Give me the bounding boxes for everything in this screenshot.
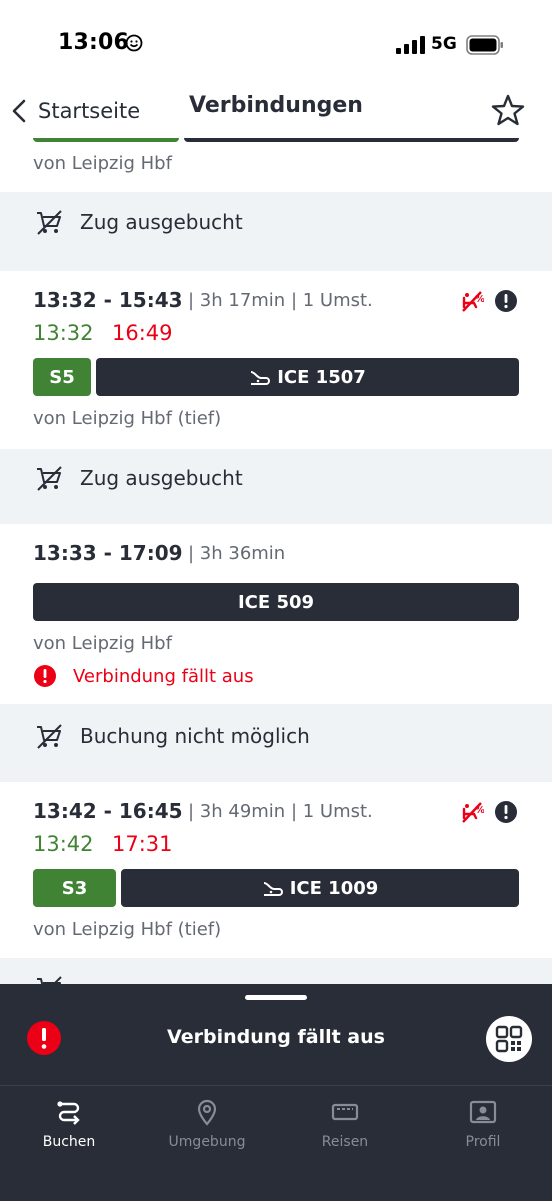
status-bar: 13:06 5G xyxy=(0,0,552,86)
no-cart-icon xyxy=(37,724,62,749)
warning-icons: % xyxy=(460,289,518,313)
signal-icon xyxy=(396,36,425,54)
booking-notice xyxy=(0,959,552,984)
tab-label: Buchen xyxy=(42,1134,96,1150)
planned-times: 13:33 - 17:09 xyxy=(33,541,183,565)
duration-transfers: | 3h 17min | 1 Umst. xyxy=(188,290,373,311)
train-segment-s3: S3 xyxy=(33,869,116,907)
ice-train-icon xyxy=(263,882,283,896)
connections-list[interactable]: von Leipzig Hbf Zug ausgebucht 13:32 - 1… xyxy=(0,138,552,984)
alert-icon xyxy=(34,665,56,687)
connection-card[interactable]: 13:32 - 15:43 | 3h 17min | 1 Umst. % 13:… xyxy=(0,271,552,449)
tab-label: Umgebung xyxy=(168,1134,246,1150)
planned-times: 13:42 - 16:45 xyxy=(33,799,183,823)
battery-icon xyxy=(466,35,503,55)
no-cart-icon xyxy=(37,976,62,984)
realtime-departure: 13:42 xyxy=(33,832,94,856)
notice-text: Zug ausgebucht xyxy=(80,210,243,234)
train-segment xyxy=(33,138,179,142)
ticket-icon xyxy=(331,1103,359,1121)
train-segment-ice: ICE 509 xyxy=(33,583,519,621)
no-seat-icon: % xyxy=(462,802,484,823)
train-segment-ice: ICE 1009 xyxy=(121,869,519,907)
departure-station: von Leipzig Hbf xyxy=(33,633,172,654)
smiley-icon xyxy=(125,34,143,52)
tab-label: Reisen xyxy=(321,1134,369,1150)
star-icon[interactable] xyxy=(490,92,526,128)
no-seat-icon: % xyxy=(462,291,484,312)
train-segment-s5: S5 xyxy=(33,358,91,396)
departure-station: von Leipzig Hbf (tief) xyxy=(33,919,222,940)
booking-notice: Zug ausgebucht xyxy=(0,449,552,507)
tab-reisen[interactable]: Reisen xyxy=(290,1098,400,1150)
connection-card[interactable]: 13:33 - 17:09 | 3h 36min ICE 509 von Lei… xyxy=(0,524,552,704)
cancellation-status: Verbindung fällt aus xyxy=(33,664,254,688)
profile-icon xyxy=(469,1100,497,1124)
status-text: Verbindung fällt aus xyxy=(73,665,254,687)
departure-station: von Leipzig Hbf xyxy=(33,153,172,174)
realtime-arrival: 16:49 xyxy=(112,321,173,345)
alert-icon xyxy=(495,801,517,823)
tab-buchen[interactable]: Buchen xyxy=(14,1098,124,1150)
navigation-bar: Startseite Verbindungen xyxy=(0,86,552,138)
svg-text:%: % xyxy=(475,294,484,305)
tab-profil[interactable]: Profil xyxy=(428,1098,538,1150)
sheet-handle[interactable] xyxy=(245,995,307,1000)
network-type: 5G xyxy=(431,34,457,54)
connection-card[interactable]: von Leipzig Hbf xyxy=(0,138,552,192)
alert-icon xyxy=(495,290,517,312)
sheet-message: Verbindung fällt aus xyxy=(167,1026,385,1048)
route-icon xyxy=(57,1101,80,1125)
no-cart-icon xyxy=(37,210,62,235)
connection-card[interactable]: 13:42 - 16:45 | 3h 49min | 1 Umst. % 13:… xyxy=(0,782,552,958)
booking-notice: Zug ausgebucht xyxy=(0,193,552,251)
no-cart-icon xyxy=(37,466,62,491)
ice-train-icon xyxy=(251,371,271,385)
duration-transfers: | 3h 36min xyxy=(188,543,286,564)
booking-notice: Buchung nicht möglich xyxy=(0,707,552,765)
train-segment xyxy=(184,138,519,142)
planned-times: 13:32 - 15:43 xyxy=(33,288,183,312)
qr-code-icon xyxy=(495,1025,523,1053)
notice-text: Zug ausgebucht xyxy=(80,466,243,490)
tab-bar: Buchen Umgebung Reisen Profil xyxy=(0,1085,552,1201)
duration-transfers: | 3h 49min | 1 Umst. xyxy=(188,801,373,822)
tab-umgebung[interactable]: Umgebung xyxy=(152,1098,262,1150)
realtime-departure: 13:32 xyxy=(33,321,94,345)
location-pin-icon xyxy=(197,1099,217,1126)
page-title: Verbindungen xyxy=(189,93,363,118)
train-segment-ice: ICE 1507 xyxy=(96,358,519,396)
notice-text: Buchung nicht möglich xyxy=(80,724,310,748)
qr-code-button[interactable] xyxy=(486,1016,532,1062)
svg-text:%: % xyxy=(475,805,484,816)
warning-icons: % xyxy=(460,800,518,824)
realtime-arrival: 17:31 xyxy=(112,832,173,856)
tab-label: Profil xyxy=(465,1134,501,1150)
status-time: 13:06 xyxy=(58,30,130,55)
departure-station: von Leipzig Hbf (tief) xyxy=(33,408,222,429)
